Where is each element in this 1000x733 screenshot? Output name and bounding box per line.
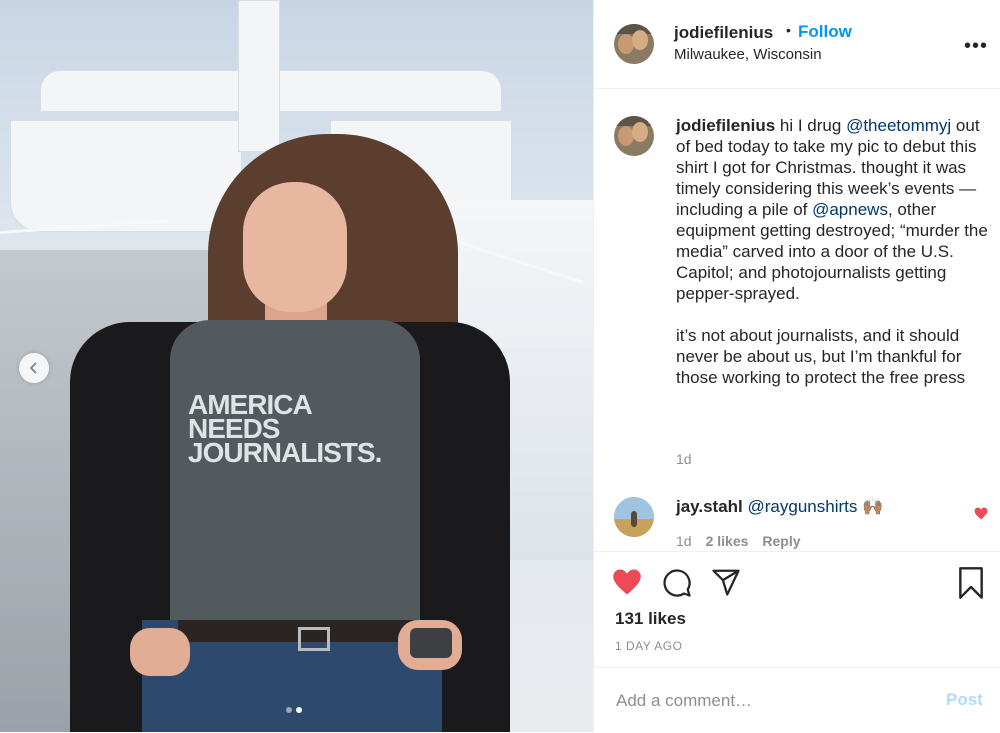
photo-building <box>10 120 242 232</box>
avatar[interactable] <box>614 116 654 156</box>
comment-emoji: 🙌🏽 <box>862 497 884 516</box>
avatar[interactable] <box>614 497 654 537</box>
caption-mention[interactable]: @apnews <box>812 200 888 219</box>
chevron-left-icon <box>29 362 37 374</box>
shirt-slogan-line: JOURNALISTS. <box>188 437 382 468</box>
caption-username[interactable]: jodiefilenius <box>676 116 775 135</box>
post-comment-button[interactable]: Post <box>946 690 983 710</box>
comment-likes[interactable]: 2 likes <box>706 533 749 549</box>
avatar[interactable] <box>614 24 654 64</box>
carousel-prev-button[interactable] <box>19 353 49 383</box>
caption-paragraph: it’s not about journalists, and it shoul… <box>676 326 966 387</box>
comment-icon[interactable] <box>662 568 692 603</box>
post-side-panel: jodiefilenius • Follow Milwaukee, Wiscon… <box>593 0 1000 732</box>
caption-timestamp[interactable]: 1d <box>676 451 692 467</box>
photo-person-hand <box>130 628 190 676</box>
post-actions: 131 likes 1 DAY AGO <box>594 551 1000 667</box>
add-comment-bar: Post <box>594 667 1000 733</box>
comment-meta: 1d 2 likes Reply <box>676 533 801 549</box>
caption-mention[interactable]: @theetommyj <box>846 116 951 135</box>
caption-text: hi I drug <box>775 116 847 135</box>
share-icon[interactable] <box>711 568 741 601</box>
follow-button[interactable]: Follow <box>798 22 852 42</box>
header-username[interactable]: jodiefilenius <box>674 23 773 43</box>
more-options-icon[interactable]: ••• <box>964 35 988 58</box>
location-link[interactable]: Milwaukee, Wisconsin <box>674 46 822 63</box>
header-separator: • <box>786 22 791 38</box>
likes-count[interactable]: 131 likes <box>615 609 686 629</box>
photo-person-watch <box>410 628 452 658</box>
photo-person-shirt <box>170 320 420 650</box>
reply-button[interactable]: Reply <box>762 533 800 549</box>
photo-building <box>238 0 280 152</box>
heart-filled-icon[interactable] <box>612 568 642 601</box>
comments-list[interactable]: jodiefilenius hi I drug @theetommyj out … <box>594 89 1000 550</box>
comment-like-heart-icon[interactable] <box>974 507 988 525</box>
comment-input[interactable] <box>614 686 918 716</box>
photo-person-face <box>243 182 347 312</box>
bookmark-icon[interactable] <box>957 567 985 604</box>
carousel-indicator <box>286 707 302 713</box>
carousel-dot <box>286 707 292 713</box>
comment-mention[interactable]: @raygunshirts <box>748 497 858 516</box>
shirt-slogan: AMERICA NEEDS JOURNALISTS. <box>188 391 428 468</box>
post-timestamp[interactable]: 1 DAY AGO <box>615 639 682 653</box>
post-photo: AMERICA NEEDS JOURNALISTS. <box>0 0 593 732</box>
post-caption: jodiefilenius hi I drug @theetommyj out … <box>676 115 991 388</box>
carousel-dot-active <box>296 707 302 713</box>
comment-text: jay.stahl @raygunshirts 🙌🏽 <box>676 497 966 517</box>
post-header: jodiefilenius • Follow Milwaukee, Wiscon… <box>594 0 1000 89</box>
comment-username[interactable]: jay.stahl <box>676 497 743 516</box>
photo-person-buckle <box>298 627 330 651</box>
comment-timestamp[interactable]: 1d <box>676 533 692 549</box>
